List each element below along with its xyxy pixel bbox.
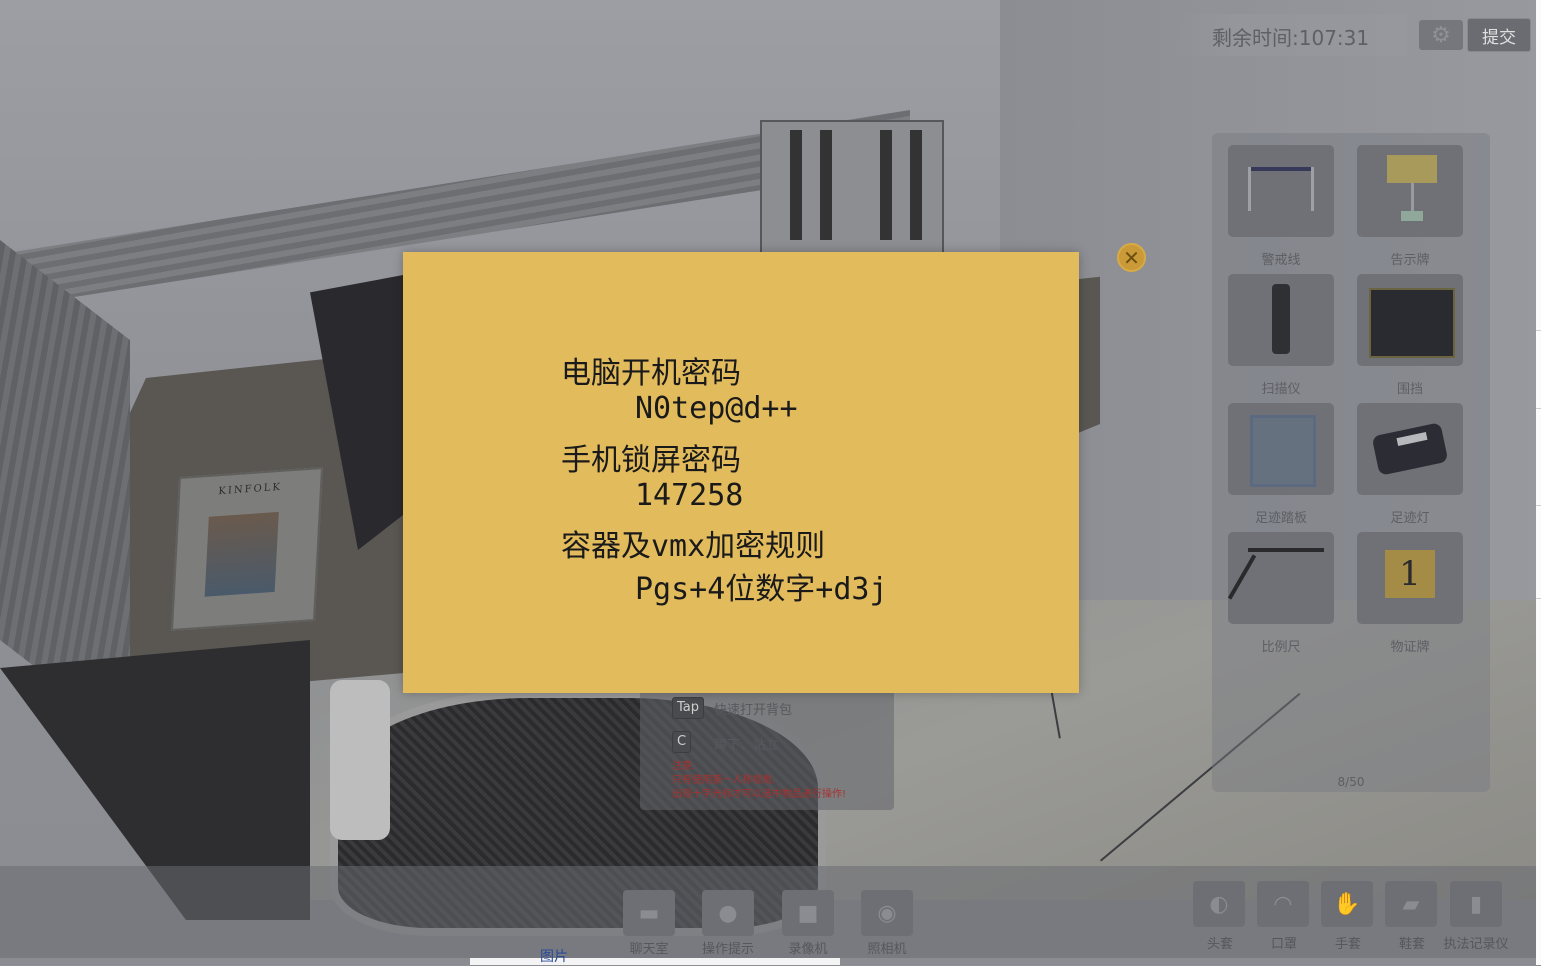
- timer-label: 剩余时间:: [1212, 26, 1299, 50]
- password-note: 电脑开机密码 N0tep@d++ 手机锁屏密码 147258 容器及vmx加密规…: [403, 252, 1079, 693]
- folder[interactable]: [790, 130, 802, 240]
- note-rule-value: Pgs+4位数字+d3j: [635, 572, 888, 607]
- head-cover-button[interactable]: ◐: [1193, 881, 1245, 927]
- tool-label: 比例尺: [1261, 640, 1301, 655]
- tool-footprint-lamp[interactable]: [1357, 403, 1463, 495]
- tool-label: 告示牌: [1390, 253, 1430, 268]
- footprint-plate-icon: [1250, 415, 1316, 487]
- tool-footprint-plate[interactable]: [1228, 403, 1334, 495]
- tool-label: 足迹灯: [1390, 511, 1430, 526]
- tool-barrier-tape[interactable]: [1228, 145, 1334, 237]
- barrier-tape-icon: [1248, 167, 1314, 171]
- camera-label: 照相机: [867, 942, 907, 957]
- folder[interactable]: [910, 130, 922, 240]
- tool-label: 足迹踏板: [1254, 511, 1307, 526]
- warning-line: 出现十字光标才可以选中物品进行操作!: [672, 789, 847, 800]
- tool-notice-sign[interactable]: [1357, 145, 1463, 237]
- chat-label: 聊天室: [629, 942, 669, 957]
- head-cover-icon: ◐: [1209, 891, 1229, 917]
- folder[interactable]: [880, 130, 892, 240]
- sign-pole-icon: [1411, 183, 1414, 213]
- sign-base-icon: [1401, 211, 1423, 221]
- remaining-time: 剩余时间:107:31: [1212, 22, 1369, 51]
- note-heading-pc: 电脑开机密码: [561, 356, 741, 391]
- video-camera-icon: ■: [797, 900, 819, 926]
- tap-hint: 快速打开背包: [714, 703, 793, 718]
- hints-button[interactable]: ●: [702, 890, 754, 936]
- submit-button[interactable]: 提交: [1467, 18, 1531, 52]
- glove-icon: ✋: [1333, 891, 1361, 917]
- scanner-icon: [1272, 284, 1290, 354]
- c-key: C: [672, 731, 692, 753]
- info-icon: ●: [718, 900, 738, 926]
- barrier-post-icon: [1248, 167, 1251, 211]
- warning-title: 注意:: [672, 761, 696, 772]
- taskbar-fragment-text: 图片: [540, 949, 568, 965]
- notice-sign-icon: [1387, 155, 1437, 183]
- note-close-button[interactable]: ✕: [1117, 243, 1146, 272]
- video-recorder-label: 录像机: [788, 942, 828, 957]
- enclosure-icon: [1369, 288, 1455, 358]
- settings-button[interactable]: ⚙: [1419, 20, 1463, 50]
- evidence-marker-icon: 1: [1385, 550, 1435, 598]
- tool-scale-ruler[interactable]: [1228, 532, 1334, 624]
- footprint-lamp-icon: [1371, 422, 1449, 476]
- hint-warning: 注意: 只有使用第一人称视角, 出现十字光标才可以选中物品进行操作!: [672, 760, 846, 802]
- magazine-title: KINFOLK: [218, 481, 283, 498]
- tool-enclosure[interactable]: [1357, 274, 1463, 366]
- note-phone-password: 147258: [635, 478, 744, 513]
- c-hint: 蹲下、站立: [714, 738, 780, 753]
- taskbar-fragment: [470, 958, 840, 965]
- chair-armrest: [330, 680, 390, 840]
- mask-button[interactable]: ◠: [1257, 881, 1309, 927]
- tool-label: 围挡: [1396, 382, 1423, 397]
- note-heading-phone: 手机锁屏密码: [561, 443, 741, 478]
- camera-button[interactable]: ◉: [861, 890, 913, 936]
- tool-label: 警戒线: [1261, 253, 1301, 268]
- window-edge: [1536, 0, 1541, 965]
- magazine[interactable]: KINFOLK: [170, 466, 324, 632]
- folder[interactable]: [820, 130, 832, 240]
- tool-evidence-marker[interactable]: 1: [1357, 532, 1463, 624]
- body-camera-icon: ▮: [1469, 891, 1483, 917]
- body-camera-label: 执法记录仪: [1443, 937, 1509, 952]
- mask-icon: ◠: [1273, 891, 1293, 917]
- shoe-cover-icon: ▰: [1402, 891, 1420, 917]
- gear-icon: ⚙: [1431, 22, 1451, 48]
- video-recorder-button[interactable]: ■: [782, 890, 834, 936]
- scale-ruler-arm-icon: [1228, 554, 1257, 600]
- body-camera-button[interactable]: ▮: [1450, 881, 1502, 927]
- chat-icon: ▬: [638, 900, 660, 926]
- barrier-post-icon: [1311, 167, 1314, 211]
- scale-ruler-icon: [1248, 548, 1324, 552]
- timer-value: 107:31: [1298, 26, 1370, 50]
- tool-scanner[interactable]: [1228, 274, 1334, 366]
- note-heading-rule: 容器及vmx加密规则: [561, 529, 826, 564]
- chat-button[interactable]: ▬: [623, 890, 675, 936]
- warning-line: 只有使用第一人称视角,: [672, 775, 776, 786]
- shoe-cover-button[interactable]: ▰: [1385, 881, 1437, 927]
- tool-label: 扫描仪: [1261, 382, 1301, 397]
- edge-divider: [1536, 330, 1541, 331]
- edge-divider: [1536, 598, 1541, 599]
- note-pc-password: N0tep@d++: [635, 391, 798, 426]
- magazine-cover-photo: [204, 511, 279, 597]
- camera-icon: ◉: [877, 900, 897, 926]
- close-icon: ✕: [1123, 245, 1140, 270]
- glove-button[interactable]: ✋: [1321, 881, 1373, 927]
- edge-divider: [1536, 505, 1541, 506]
- tool-count: 8/50: [1337, 775, 1365, 789]
- tool-label: 物证牌: [1390, 640, 1430, 655]
- edge-divider: [1536, 408, 1541, 409]
- hints-label: 操作提示: [701, 942, 754, 957]
- tap-key: Tap: [672, 697, 705, 719]
